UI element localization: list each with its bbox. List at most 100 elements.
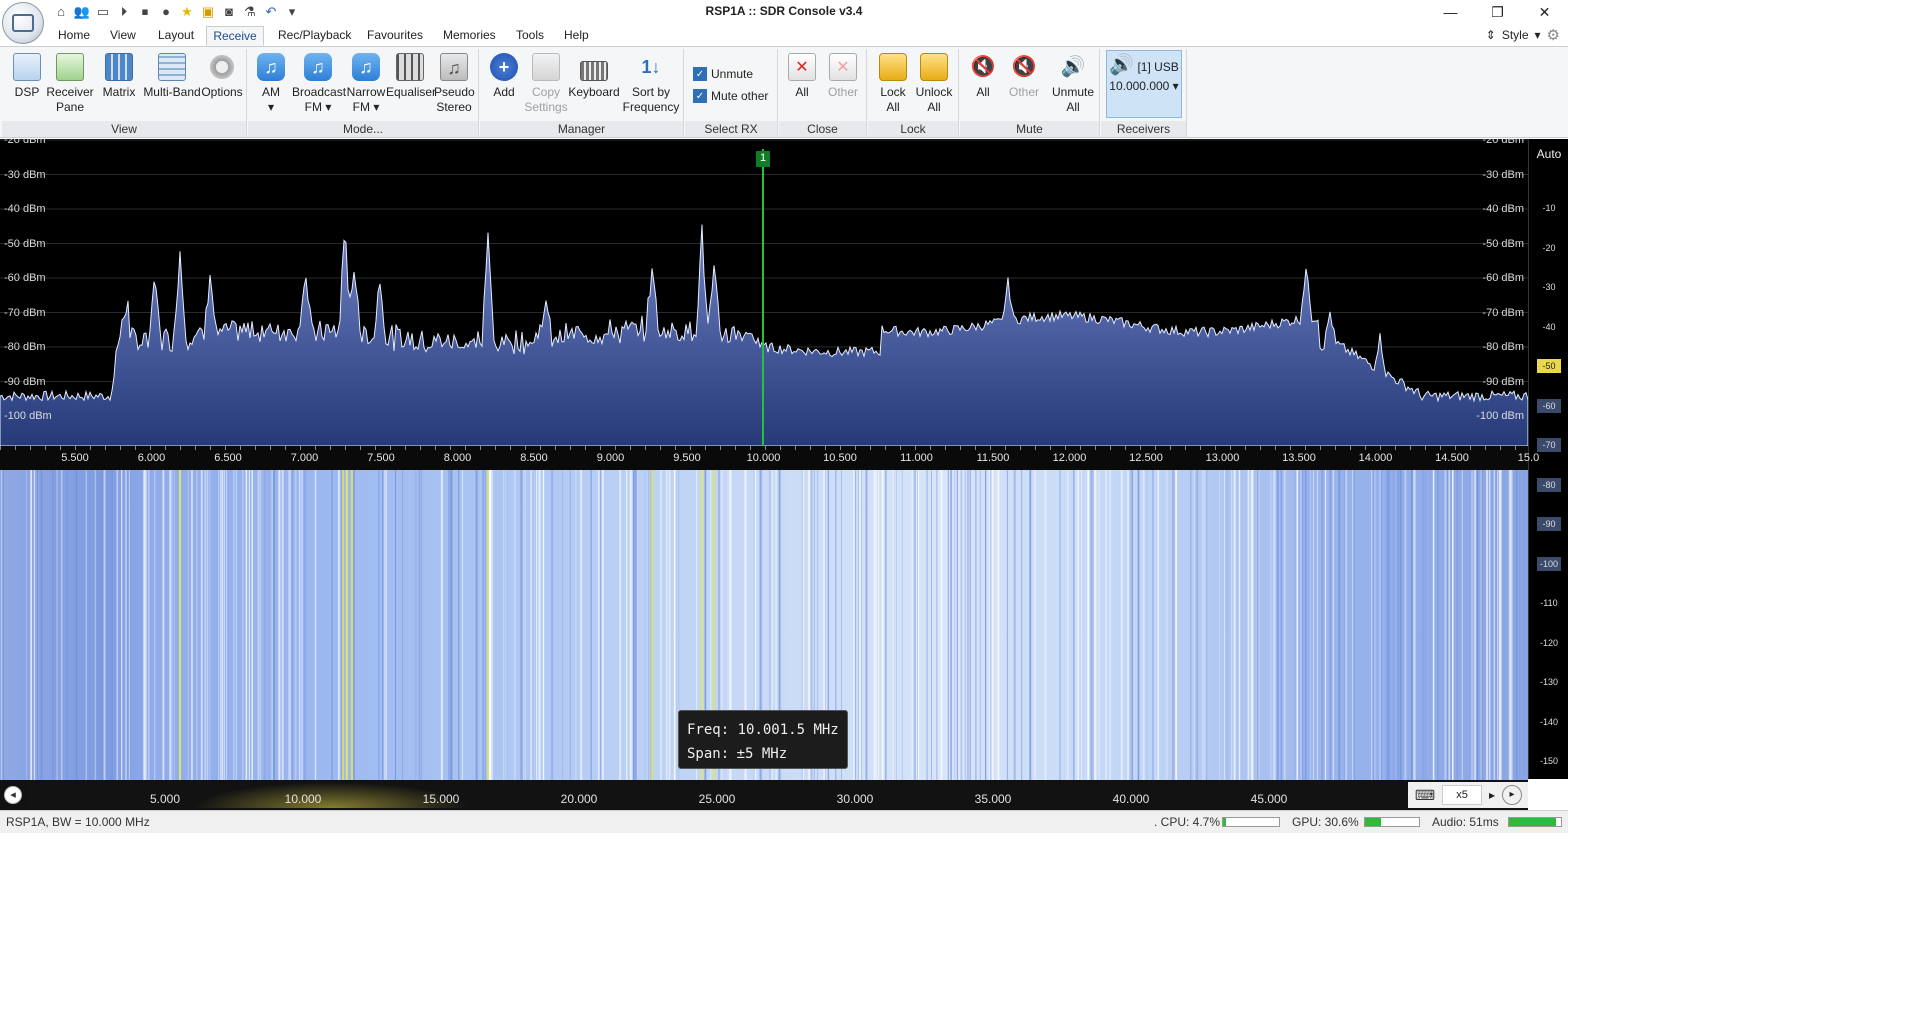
keyboard-small-icon[interactable]: ⌨ — [1408, 787, 1442, 804]
freq-tick — [1470, 446, 1471, 450]
freq-tick-label: 13.000 — [1205, 452, 1240, 464]
freq-tick — [1020, 446, 1021, 450]
settings-gear-icon[interactable]: ⚙ — [1547, 26, 1560, 44]
matrix-button[interactable]: Matrix — [100, 53, 138, 100]
receiver-1-selector[interactable]: 🔊 [1] USB 10.000.000 ▾ — [1106, 50, 1182, 118]
tab-rec-playback[interactable]: Rec/Playback — [274, 26, 355, 46]
freq-tick — [570, 446, 571, 450]
freq-tick — [1275, 446, 1276, 450]
unlock-all-button[interactable]: Unlock All — [914, 53, 954, 115]
am-note-icon: ♫ — [257, 53, 285, 81]
db-label-left: -80 dBm — [4, 341, 46, 353]
device-status: RSP1A, BW = 10.000 MHz — [6, 815, 150, 829]
pseudo-stereo-button[interactable]: ♫ Pseudo Stereo — [434, 53, 475, 115]
close-button[interactable]: ✕ — [1521, 0, 1568, 24]
freq-tick — [1035, 446, 1036, 450]
mute-other-checkbox[interactable]: ✓ Mute other — [693, 89, 768, 103]
lock-all-button[interactable]: Lock All — [876, 53, 910, 115]
multi-band-icon — [158, 53, 186, 81]
add-receiver-button[interactable]: + Add — [488, 53, 520, 100]
restore-button[interactable]: ❐ — [1474, 0, 1521, 24]
freq-tick — [45, 446, 46, 450]
style-control[interactable]: ⇕ Style ▾ ⚙ — [1486, 26, 1560, 44]
receiver-pane-button[interactable]: Receiver Pane — [46, 53, 94, 115]
keyboard-button[interactable]: Keyboard — [568, 53, 620, 100]
freq-tick — [0, 446, 1, 450]
freq-tick — [1065, 446, 1066, 450]
freq-tick — [90, 446, 91, 450]
freq-tick — [915, 446, 916, 450]
mute-other-check-icon: ✓ — [693, 89, 707, 103]
zoom-selector[interactable]: x5 — [1442, 785, 1482, 805]
freq-tick-label: 5.500 — [61, 452, 89, 464]
ribbon-group-close: ✕ All ✕ Other Close — [779, 49, 867, 137]
tab-receive[interactable]: Receive — [206, 26, 264, 46]
freq-tick — [510, 446, 511, 450]
colorbar-tick: -70 — [1537, 438, 1561, 452]
freq-tick-label: 8.000 — [443, 452, 472, 464]
mute-all-button[interactable]: 🔇 All — [968, 53, 998, 100]
tuning-marker-label[interactable]: 1 — [756, 152, 770, 164]
tab-help[interactable]: Help — [560, 26, 593, 46]
style-dropdown-icon: ▾ — [1534, 28, 1541, 42]
equaliser-icon — [396, 53, 424, 81]
close-all-button[interactable]: ✕ All — [785, 53, 819, 100]
keyboard-icon — [580, 61, 608, 81]
zoom-next-icon[interactable]: ▸ — [1482, 788, 1502, 802]
overview-track[interactable]: 5.000 10.000 15.000 20.000 25.000 30.000 35.00… — [28, 782, 1406, 808]
freq-tick — [1440, 446, 1441, 450]
broadcast-fm-button[interactable]: ♫ Broadcast FM ▾ — [292, 53, 346, 115]
db-label-left: -20 dBm — [4, 139, 46, 146]
narrow-fm-button[interactable]: ♫ Narrow FM ▾ — [344, 53, 388, 115]
mute-other-button[interactable]: 🔇 Other — [1006, 53, 1042, 100]
scroll-right-icon[interactable]: ▸ — [1502, 785, 1522, 805]
sort-by-frequency-button[interactable]: 1↓ Sort by Frequency — [622, 53, 680, 115]
spectrum-display[interactable]: 1 -20 dBm -20 dBm -30 dBm -30 dBm -40 dBm -40… — [0, 139, 1528, 446]
freq-tick — [1320, 446, 1321, 450]
db-label-right: -80 dBm — [1482, 341, 1524, 353]
tab-memories[interactable]: Memories — [439, 26, 500, 46]
style-updown-icon[interactable]: ⇕ — [1486, 28, 1496, 42]
unmute-check-icon: ✓ — [693, 67, 707, 81]
freq-tick-label: 12.000 — [1052, 452, 1087, 464]
tab-home[interactable]: Home — [54, 26, 94, 46]
freq-tick — [1245, 446, 1246, 450]
overview-tick-label: 5.000 — [149, 792, 181, 806]
auto-button[interactable]: Auto — [1529, 147, 1569, 161]
db-label-right: -40 dBm — [1482, 203, 1524, 215]
speaker-other-muted-icon: 🔇 — [1011, 56, 1037, 78]
freq-tick — [750, 446, 751, 450]
unmute-checkbox[interactable]: ✓ Unmute — [693, 67, 753, 81]
equaliser-button[interactable]: Equaliser — [386, 53, 436, 100]
window-controls: — ❐ ✕ — [1427, 0, 1568, 24]
freq-tick — [360, 446, 361, 450]
receiver-speaker-icon: 🔊 — [1109, 54, 1135, 76]
freq-tick — [1125, 446, 1126, 450]
multi-band-button[interactable]: Multi-Band — [140, 53, 204, 100]
db-label-right: -70 dBm — [1482, 306, 1524, 319]
freq-tick-label: 7.000 — [290, 452, 319, 464]
am-mode-button[interactable]: ♫ AM ▾ — [254, 53, 288, 115]
add-plus-icon: + — [490, 53, 518, 81]
frequency-axis[interactable]: 5.500 6.000 6.500 7.000 7.500 8.000 8.500 9.000… — [0, 446, 1539, 470]
db-label-right: -20 dBm — [1482, 139, 1524, 146]
dsp-button[interactable]: DSP — [10, 53, 44, 100]
tab-layout[interactable]: Layout — [154, 26, 198, 46]
freq-tick-label: 10.500 — [823, 452, 857, 464]
tab-favourites[interactable]: Favourites — [363, 26, 427, 46]
freq-tick-label: 6.000 — [137, 452, 166, 464]
options-button[interactable]: Options — [200, 53, 244, 100]
group-label-close: Close — [779, 121, 866, 137]
tab-view[interactable]: View — [106, 26, 140, 46]
db-label-right: -90 dBm — [1482, 375, 1524, 388]
application-menu-button[interactable] — [2, 2, 44, 44]
close-other-button[interactable]: ✕ Other — [825, 53, 861, 100]
scroll-left-icon[interactable]: ◂ — [4, 786, 22, 804]
overview-tick-label: 35.000 — [974, 792, 1012, 806]
tab-tools[interactable]: Tools — [512, 26, 548, 46]
freq-tick — [1170, 446, 1171, 450]
unmute-all-button[interactable]: 🔊 Unmute All — [1050, 53, 1096, 115]
copy-settings-button[interactable]: Copy Settings — [522, 53, 570, 115]
minimize-button[interactable]: — — [1427, 0, 1474, 24]
freq-tick — [165, 446, 166, 450]
